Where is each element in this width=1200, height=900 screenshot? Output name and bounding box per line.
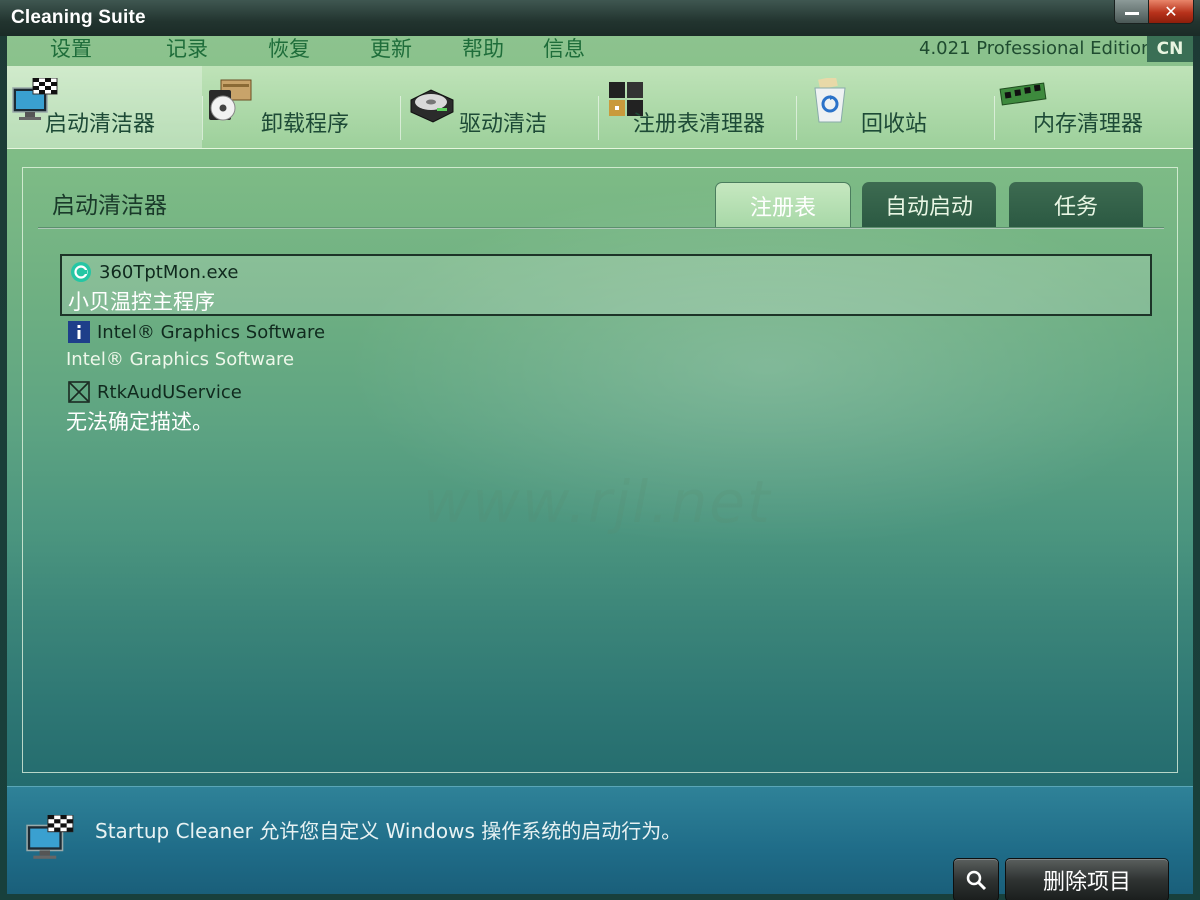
- tool-label: 启动清洁器: [45, 112, 156, 137]
- tool-label: 内存清理器: [1033, 112, 1144, 137]
- language-badge[interactable]: CN: [1147, 36, 1193, 62]
- list-item[interactable]: Intel® Graphics Software Intel® Graphics…: [60, 316, 1148, 376]
- tool-drive-cleaner[interactable]: 驱动清洁: [401, 66, 597, 148]
- list-item[interactable]: 360TptMon.exe 小贝温控主程序: [60, 254, 1152, 316]
- entry-description: 无法确定描述。: [66, 410, 213, 434]
- status-footer: Startup Cleaner 允许您自定义 Windows 操作系统的启动行为…: [7, 786, 1193, 900]
- list-item[interactable]: RtkAudUService 无法确定描述。: [60, 376, 1148, 434]
- tool-label: 驱动清洁: [459, 112, 548, 137]
- window-title: Cleaning Suite: [11, 7, 146, 28]
- minimize-icon: [1125, 12, 1139, 15]
- magnifier-icon: [966, 870, 987, 891]
- uninstall-disc-icon: [209, 79, 252, 121]
- tool-label: 回收站: [861, 112, 928, 137]
- monitor-flag-icon: [26, 815, 74, 859]
- drive-icon: [410, 89, 454, 123]
- app-window: Cleaning Suite ✕ 设置 记录 恢复 更新 帮助 信息 4.021…: [0, 0, 1200, 900]
- panel-divider: [38, 227, 1164, 229]
- panel-title: 启动清洁器: [52, 193, 167, 219]
- tool-label: 卸载程序: [261, 112, 350, 137]
- entry-name: RtkAudUService: [97, 382, 242, 403]
- info-icon: [68, 321, 90, 343]
- entry-description: Intel® Graphics Software: [66, 349, 295, 370]
- search-button[interactable]: [953, 858, 999, 900]
- tab-registry[interactable]: 注册表: [715, 182, 851, 229]
- entry-description: 小贝温控主程序: [68, 290, 215, 314]
- menu-restore[interactable]: 恢复: [268, 33, 310, 63]
- edition-label: 4.021 Professional Edition: [919, 38, 1153, 59]
- 360-green-icon: [71, 262, 91, 282]
- minimize-button[interactable]: [1114, 0, 1150, 24]
- content-panel: 启动清洁器 注册表 自动启动 任务 www.rjl.net 360TptMon.…: [22, 167, 1178, 773]
- client-area: 设置 记录 恢复 更新 帮助 信息 4.021 Professional Edi…: [7, 36, 1193, 900]
- unknown-box-icon: [68, 381, 90, 403]
- startup-list: 360TptMon.exe 小贝温控主程序 Intel® Graphics So…: [60, 254, 1152, 434]
- menu-info[interactable]: 信息: [543, 33, 585, 63]
- tool-recycle-bin[interactable]: 回收站: [797, 66, 993, 148]
- close-button[interactable]: ✕: [1148, 0, 1194, 24]
- tool-label: 注册表清理器: [633, 112, 766, 137]
- tool-startup-cleaner[interactable]: 启动清洁器: [7, 66, 202, 148]
- title-bar[interactable]: Cleaning Suite ✕: [0, 0, 1200, 36]
- menu-bar: 设置 记录 恢复 更新 帮助 信息 4.021 Professional Edi…: [7, 36, 1193, 66]
- entry-name: 360TptMon.exe: [99, 262, 239, 283]
- close-icon: ✕: [1164, 2, 1178, 21]
- tab-tasks[interactable]: 任务: [1009, 182, 1143, 228]
- tool-memory-cleaner[interactable]: 内存清理器: [995, 66, 1193, 148]
- menu-log[interactable]: 记录: [166, 33, 208, 63]
- tool-registry-cleaner[interactable]: 注册表清理器: [599, 66, 795, 148]
- menu-settings[interactable]: 设置: [50, 33, 92, 63]
- watermark: www.rjl.net: [423, 468, 772, 536]
- delete-item-button[interactable]: 删除项目: [1005, 858, 1169, 900]
- tool-uninstaller[interactable]: 卸载程序: [203, 66, 399, 148]
- entry-name: Intel® Graphics Software: [97, 322, 326, 343]
- footer-description: Startup Cleaner 允许您自定义 Windows 操作系统的启动行为…: [95, 819, 682, 843]
- tab-autostart[interactable]: 自动启动: [862, 182, 996, 228]
- module-toolbar: 启动清洁器 卸载程序 驱动清洁 注册表清理器 回收站 内存清理器: [7, 66, 1193, 149]
- menu-update[interactable]: 更新: [370, 33, 412, 63]
- recycle-bin-icon: [814, 78, 846, 123]
- menu-help[interactable]: 帮助: [462, 33, 504, 63]
